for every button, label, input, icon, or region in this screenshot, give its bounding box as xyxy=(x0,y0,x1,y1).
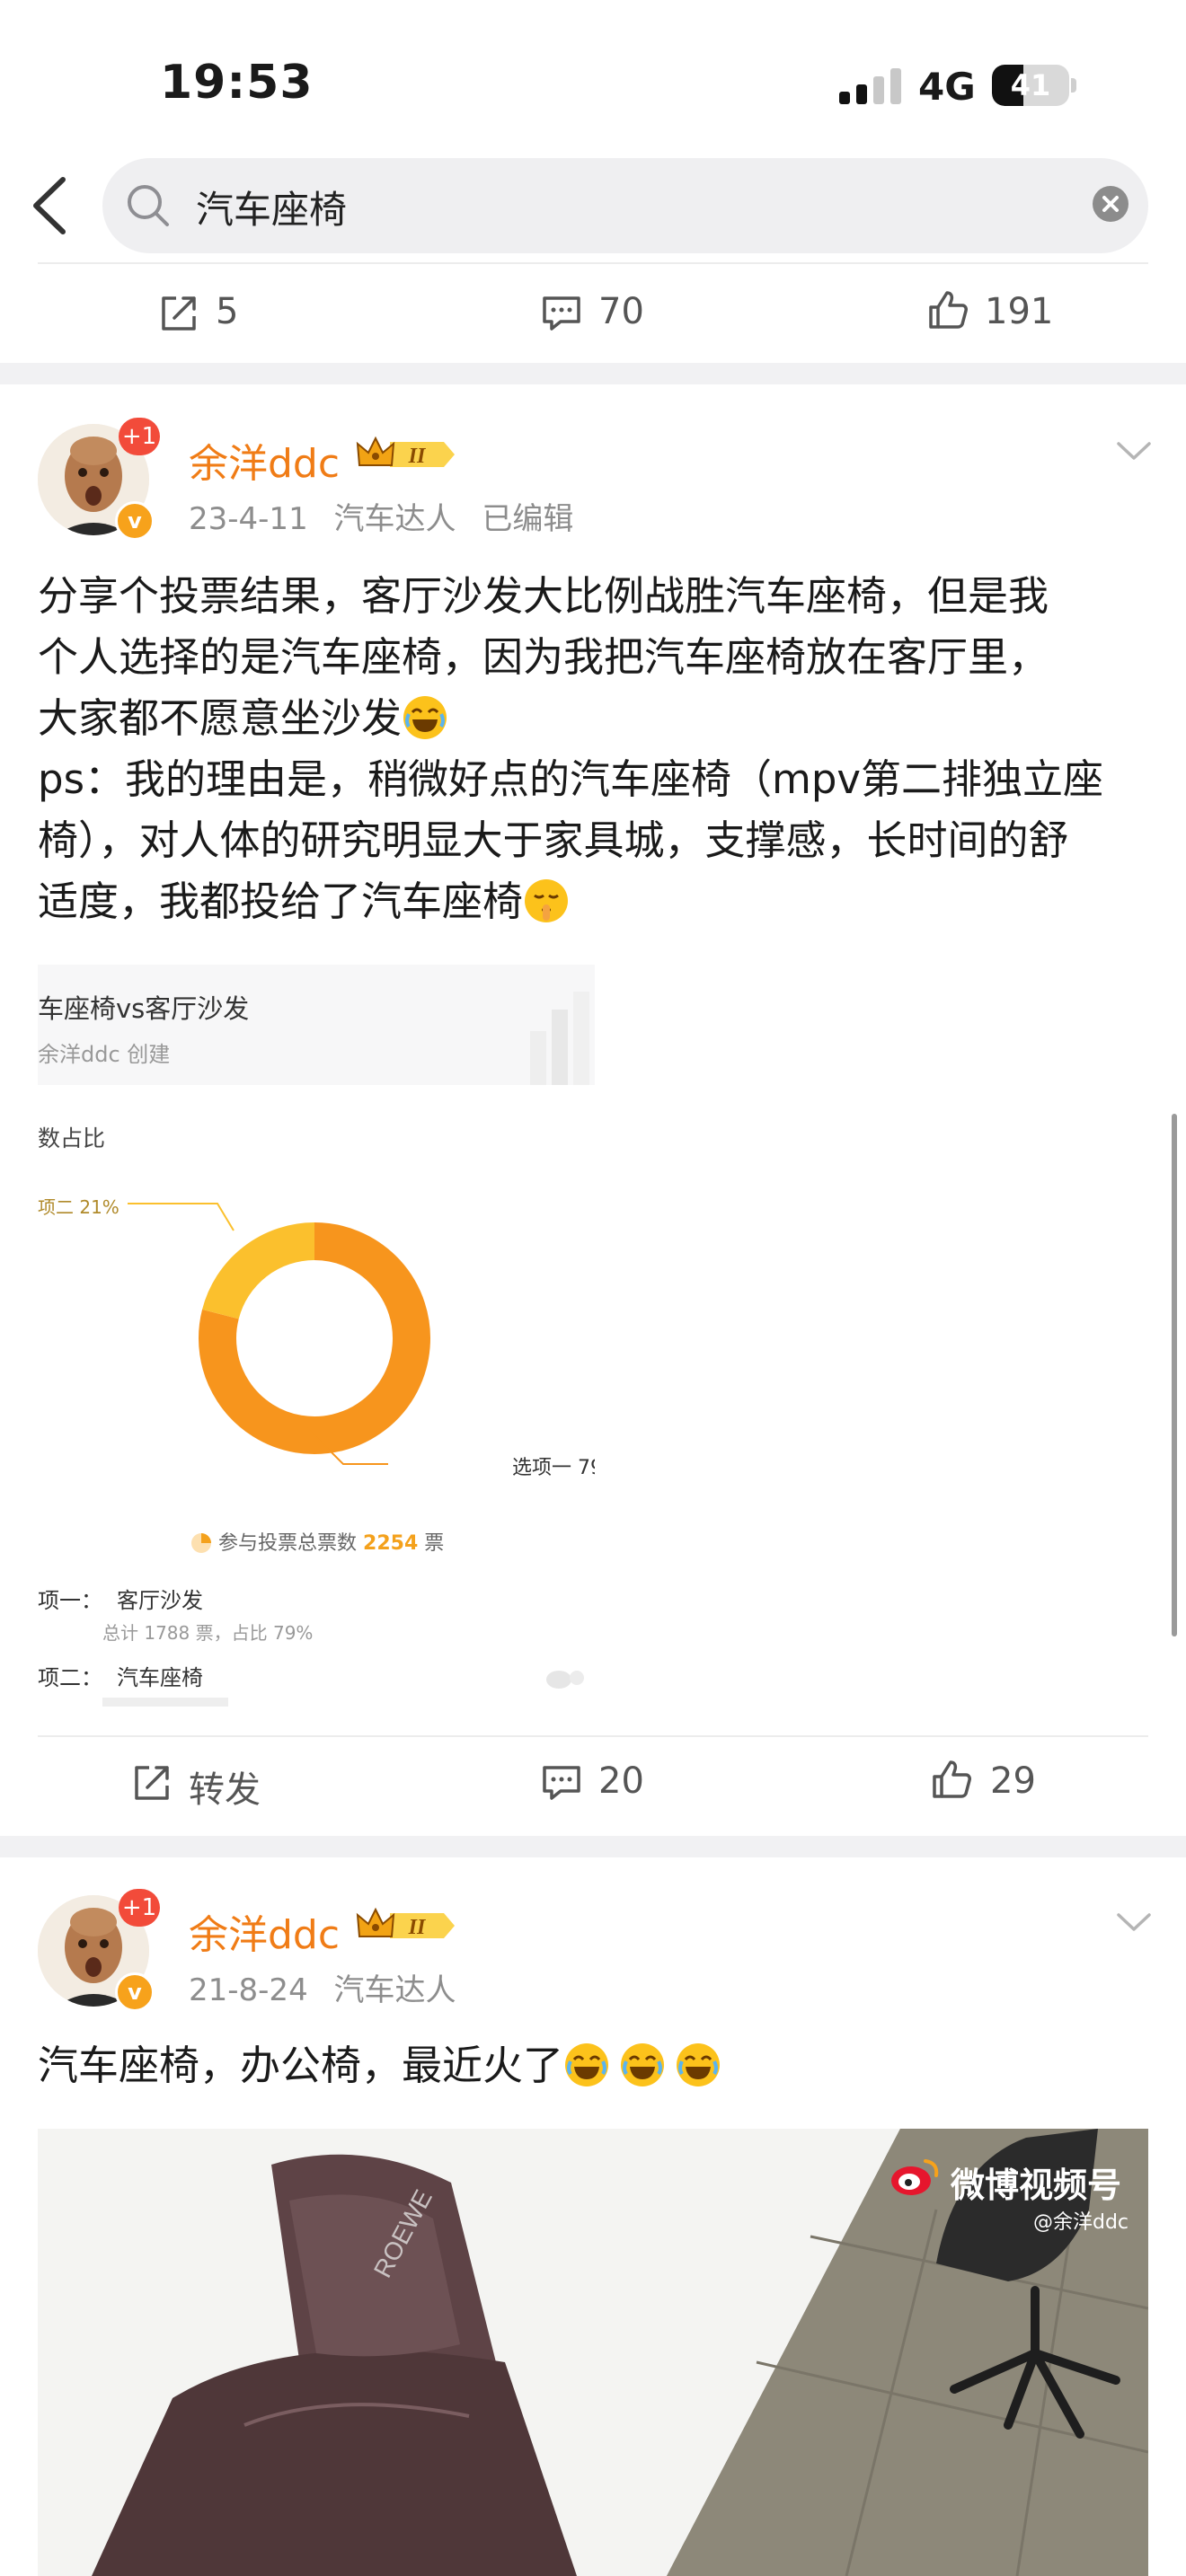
option1-index: 项一： xyxy=(38,1588,102,1613)
option1-share-label: 选项一 79 xyxy=(512,1457,595,1479)
vip-crown-icon: II xyxy=(356,1907,455,1939)
laughing-emoji-icon xyxy=(403,696,447,739)
post-line: 大家都不愿意坐沙发 xyxy=(38,694,403,742)
option1-name: 客厅沙发 xyxy=(117,1588,203,1613)
post-username[interactable]: 余洋ddc xyxy=(189,431,340,489)
network-type: 4G xyxy=(918,65,976,109)
video-thumbnail[interactable]: ROEWE 微博视频号 @余洋ddc xyxy=(38,2129,1148,2576)
like-count[interactable]: 191 xyxy=(985,291,1053,332)
verified-badge: v xyxy=(115,1972,155,2012)
laughing-emoji-icon xyxy=(565,2043,609,2086)
chevron-down-icon[interactable] xyxy=(1116,440,1152,462)
status-time: 19:53 xyxy=(160,56,314,110)
vip-level: II xyxy=(408,445,427,468)
battery-level: 41 xyxy=(1010,68,1051,102)
weibo-watermark-icon xyxy=(546,1671,584,1689)
post-line: ps：我的理由是，稍微好点的汽车座椅（mpv第二排独立座 xyxy=(38,755,1104,803)
repost-label[interactable]: 转发 xyxy=(189,1760,261,1813)
search-icon xyxy=(128,185,169,226)
option2-detail-cut xyxy=(102,1698,228,1707)
comment-icon[interactable] xyxy=(541,1762,582,1804)
comment-icon[interactable] xyxy=(541,293,582,334)
post-line: 适度，我都投给了汽车座椅 xyxy=(38,878,524,925)
poll-header: 车座椅vs客厅沙发 余洋ddc 创建 xyxy=(38,965,595,1085)
back-arrow-icon[interactable] xyxy=(27,176,72,235)
clear-search-button[interactable] xyxy=(1093,186,1128,222)
post-tag: 汽车达人 xyxy=(333,501,456,537)
chevron-down-icon[interactable] xyxy=(1116,1911,1152,1933)
edited-label: 已编辑 xyxy=(482,501,574,537)
post-date: 23-4-11 xyxy=(189,501,308,537)
post-body: 汽车座椅，办公椅，最近火了 xyxy=(38,2035,1186,2096)
video-watermark-handle: @余洋ddc xyxy=(1033,2211,1129,2234)
donut-slice-option2 xyxy=(202,1222,315,1320)
post-username[interactable]: 余洋ddc xyxy=(189,1902,340,1960)
poll-total-votes: 2254 xyxy=(363,1532,419,1555)
option1-detail: 总计 1788 票，占比 79% xyxy=(102,1622,314,1644)
signal-icon xyxy=(839,68,901,104)
feed-separator xyxy=(0,363,1186,384)
repost-count[interactable]: 5 xyxy=(216,291,238,332)
option2-name: 汽车座椅 xyxy=(117,1665,203,1690)
laughing-emoji-icon xyxy=(621,2043,665,2086)
poll-section-title: 数占比 xyxy=(38,1125,106,1151)
scrollbar[interactable] xyxy=(1172,1114,1177,1636)
pie-icon xyxy=(191,1533,211,1553)
poll-total-prefix: 参与投票总票数 xyxy=(218,1532,358,1555)
option2-index: 项二： xyxy=(38,1665,102,1690)
comment-count[interactable]: 20 xyxy=(598,1760,644,1802)
vip-level: II xyxy=(408,1916,427,1939)
like-icon[interactable] xyxy=(931,1759,972,1800)
post-line: 个人选择的是汽车座椅，因为我把汽车座椅放在客厅里， xyxy=(38,633,1049,681)
post-tag: 汽车达人 xyxy=(333,1972,456,2008)
repost-icon[interactable] xyxy=(131,1762,173,1804)
post-date: 21-8-24 xyxy=(189,1972,308,2008)
post-divider xyxy=(38,1735,1148,1737)
post-line: 分享个投票结果，客厅沙发大比例战胜汽车座椅，但是我 xyxy=(38,572,1049,620)
comment-count[interactable]: 70 xyxy=(598,291,644,332)
like-count[interactable]: 29 xyxy=(990,1760,1036,1802)
close-icon xyxy=(1102,196,1119,212)
poll-creator: 余洋ddc 创建 xyxy=(38,1042,171,1067)
notification-badge: +1 xyxy=(119,418,160,455)
option2-leader-line xyxy=(128,1203,235,1231)
video-watermark: 微博视频号 xyxy=(951,2166,1122,2205)
shush-emoji-icon xyxy=(525,879,569,922)
repost-icon[interactable] xyxy=(158,293,199,334)
verified-badge: v xyxy=(115,501,155,541)
vip-crown-icon: II xyxy=(356,436,455,468)
post-line: 汽车座椅，办公椅，最近火了 xyxy=(38,2042,564,2089)
battery-icon: 41 xyxy=(992,65,1076,108)
weibo-logo-icon xyxy=(891,2159,939,2195)
notification-badge: +1 xyxy=(119,1889,160,1927)
poll-title: 车座椅vs客厅沙发 xyxy=(38,993,250,1024)
poll-option-2: 项二： 汽车座椅 xyxy=(38,1660,203,1691)
bar-chart-icon xyxy=(530,992,589,1085)
option2-share-label: 项二 21% xyxy=(38,1196,119,1218)
post-body: 分享个投票结果，客厅沙发大比例战胜汽车座椅，但是我 个人选择的是汽车座椅，因为我… xyxy=(38,566,1186,932)
post-line: 椅），对人体的研究明显大于家具城，支撑感，长时间的舒 xyxy=(38,816,1069,864)
like-icon[interactable] xyxy=(927,289,969,331)
search-query[interactable]: 汽车座椅 xyxy=(196,180,347,234)
poll-total: 参与投票总票数 2254 票 xyxy=(190,1527,444,1556)
search-divider xyxy=(38,262,1148,264)
feed-separator xyxy=(0,1836,1186,1857)
poll-donut-chart xyxy=(128,1203,430,1465)
poll-total-suffix: 票 xyxy=(424,1532,445,1555)
poll-result-image[interactable]: 车座椅vs客厅沙发 余洋ddc 创建 数占比 项二 21% 选项一 79 参与投… xyxy=(38,961,595,1707)
poll-option-1: 项一： 客厅沙发 xyxy=(38,1583,203,1614)
laughing-emoji-icon xyxy=(677,2043,721,2086)
